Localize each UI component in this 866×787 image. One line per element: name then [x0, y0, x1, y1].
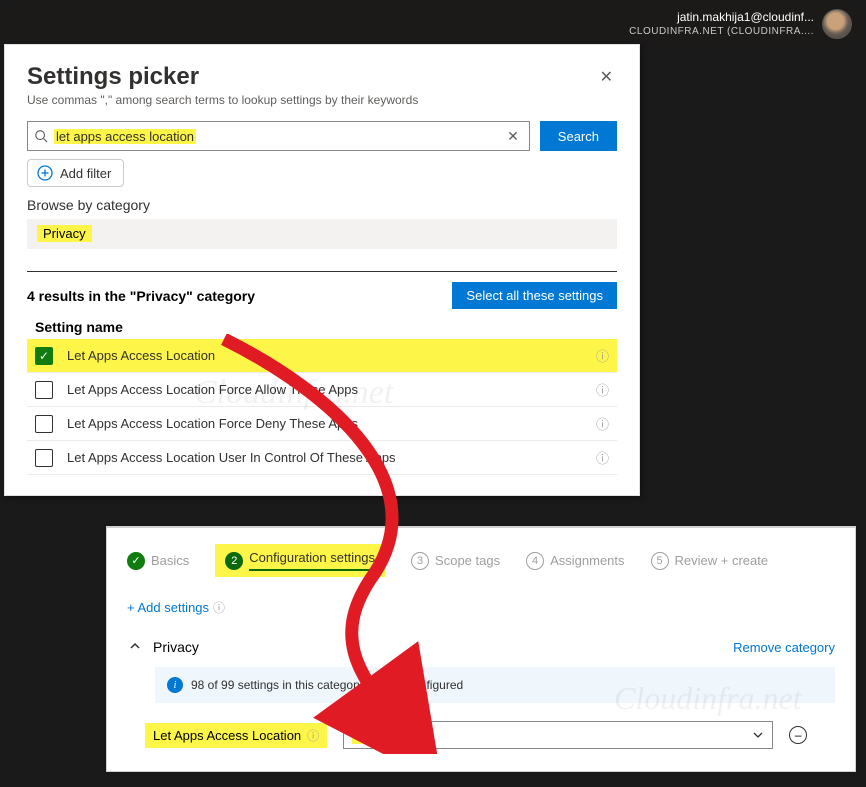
setting-value-dropdown[interactable]: Force allow.	[343, 721, 773, 749]
info-icon[interactable]: ⓘ	[596, 346, 609, 365]
configuration-panel: ✓ Basics 2 Configuration settings 3 Scop…	[106, 526, 856, 772]
info-icon[interactable]: ⓘ	[596, 448, 609, 467]
account-info[interactable]: jatin.makhija1@cloudinf... CLOUDINFRA.NE…	[629, 10, 814, 39]
category-label: Privacy	[153, 639, 733, 655]
select-all-button[interactable]: Select all these settings	[452, 282, 617, 309]
add-settings-label: + Add settings	[127, 600, 209, 615]
checkbox[interactable]	[35, 415, 53, 433]
close-button[interactable]: ✕	[596, 63, 617, 91]
account-email: jatin.makhija1@cloudinf...	[629, 10, 814, 26]
tab-scope-tags[interactable]: 3 Scope tags	[411, 552, 500, 570]
category-bar[interactable]: Privacy	[27, 219, 617, 249]
info-message-bar: i 98 of 99 settings in this category are…	[155, 667, 835, 703]
step-number: 2	[225, 552, 243, 570]
setting-row[interactable]: Let Apps Access Location Force Deny Thes…	[27, 407, 617, 441]
remove-category-link[interactable]: Remove category	[733, 640, 835, 655]
add-settings-link[interactable]: + Add settings ⓘ	[127, 599, 225, 616]
step-number: 3	[411, 552, 429, 570]
step-number: 4	[526, 552, 544, 570]
portal-header: jatin.makhija1@cloudinf... CLOUDINFRA.NE…	[4, 4, 862, 44]
search-query: let apps access location	[54, 129, 196, 144]
checkbox[interactable]: ✓	[35, 347, 53, 365]
chevron-down-icon	[752, 729, 764, 741]
clear-search-icon[interactable]: ✕	[503, 128, 523, 145]
info-icon[interactable]: ⓘ	[596, 380, 609, 399]
info-icon: ⓘ	[213, 599, 225, 616]
setting-row[interactable]: ✓ Let Apps Access Location ⓘ	[27, 339, 617, 373]
avatar[interactable]	[822, 9, 852, 39]
search-button[interactable]: Search	[540, 121, 617, 151]
setting-row[interactable]: Let Apps Access Location User In Control…	[27, 441, 617, 475]
setting-row-label: Let Apps Access Location	[67, 348, 582, 363]
setting-row-label: Let Apps Access Location Force Allow The…	[67, 382, 582, 397]
checkbox[interactable]	[35, 449, 53, 467]
tab-review-label: Review + create	[675, 553, 769, 568]
column-header-setting-name: Setting name	[35, 319, 617, 335]
check-icon: ✓	[127, 552, 145, 570]
checkbox[interactable]	[35, 381, 53, 399]
divider	[27, 271, 617, 272]
info-icon[interactable]: ⓘ	[307, 727, 319, 744]
panel-title: Settings picker	[27, 63, 617, 91]
info-message-text: 98 of 99 settings in this category are n…	[191, 678, 463, 692]
browse-by-category-label: Browse by category	[27, 197, 617, 213]
search-input[interactable]: let apps access location ✕	[27, 121, 530, 151]
panel-subtitle: Use commas "," among search terms to loo…	[27, 93, 617, 107]
account-org: CLOUDINFRA.NET (CLOUDINFRA....	[629, 25, 814, 38]
tab-scope-label: Scope tags	[435, 553, 500, 568]
add-filter-button[interactable]: Add filter	[27, 159, 124, 187]
step-number: 5	[651, 552, 669, 570]
category-chip: Privacy	[37, 225, 92, 242]
tab-basics-label: Basics	[151, 553, 189, 568]
tab-config-label: Configuration settings	[249, 550, 375, 571]
tab-review-create[interactable]: 5 Review + create	[651, 552, 769, 570]
tab-basics[interactable]: ✓ Basics	[127, 552, 189, 570]
settings-picker-panel: ✕ Settings picker Use commas "," among s…	[4, 44, 640, 496]
tab-configuration-settings[interactable]: 2 Configuration settings	[215, 544, 385, 577]
results-count: 4 results in the "Privacy" category	[27, 288, 255, 304]
add-filter-label: Add filter	[60, 166, 111, 181]
setting-row-label: Let Apps Access Location User In Control…	[67, 450, 582, 465]
setting-row-label: Let Apps Access Location Force Deny Thes…	[67, 416, 582, 431]
info-icon[interactable]: ⓘ	[596, 414, 609, 433]
setting-row[interactable]: Let Apps Access Location Force Allow The…	[27, 373, 617, 407]
chevron-up-icon[interactable]	[127, 639, 143, 655]
search-icon	[34, 129, 48, 143]
tab-assignments[interactable]: 4 Assignments	[526, 552, 624, 570]
plus-icon	[36, 164, 54, 182]
wizard-tabs: ✓ Basics 2 Configuration settings 3 Scop…	[127, 544, 835, 577]
setting-name-label: Let Apps Access Location ⓘ	[145, 723, 327, 748]
info-icon: i	[167, 677, 183, 693]
dropdown-selected-value: Force allow.	[352, 727, 429, 744]
remove-setting-button[interactable]: –	[789, 726, 807, 744]
tab-assign-label: Assignments	[550, 553, 624, 568]
